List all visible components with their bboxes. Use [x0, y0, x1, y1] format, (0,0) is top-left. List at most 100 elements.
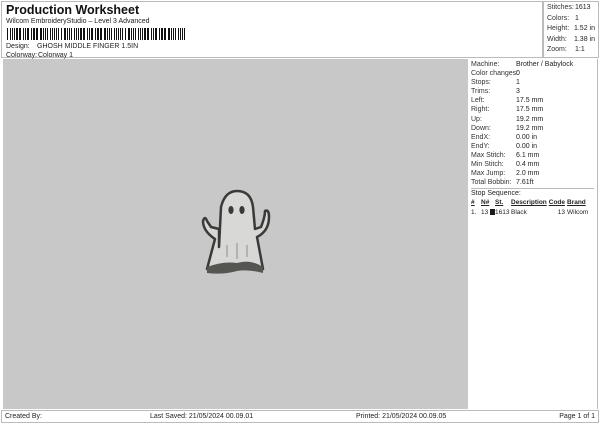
barcode-bar [36, 28, 38, 40]
detail-value: 2.0 mm [516, 170, 540, 178]
stitch-count: 1613 [495, 208, 510, 216]
barcode-bar [122, 28, 123, 40]
barcode-bar [153, 28, 154, 40]
barcode-bar [16, 28, 18, 40]
stats-panel: Stitches: 1613 Colors: 1 Height: 1.52 in Wi… [543, 1, 599, 58]
barcode-bar [25, 28, 26, 40]
design-name: GHOSH MIDDLE FINGER 1.5IN [37, 43, 139, 50]
barcode-bar [114, 28, 115, 40]
detail-label: EndX: [471, 133, 491, 141]
stat-value: 1:1 [575, 46, 585, 53]
stop-sequence-title: Stop Sequence: [471, 188, 594, 198]
barcode-bar [159, 28, 160, 40]
software-subtitle: Wilcom EmbroideryStudio – Level 3 Advanc… [6, 18, 150, 25]
detail-row: Stops: 1 [471, 78, 594, 87]
barcode-bar [91, 28, 93, 40]
stat-label: Height: [547, 25, 570, 32]
barcode-bar [95, 28, 96, 40]
barcode-bar [147, 28, 149, 40]
barcode-bar [56, 28, 57, 40]
detail-row: Max Jump: 2.0 mm [471, 169, 594, 178]
detail-value: 0 [516, 70, 520, 78]
stat-label: Zoom: [547, 46, 567, 53]
barcode-bar [142, 28, 143, 40]
barcode-bar [111, 28, 112, 40]
barcode-bar [107, 28, 108, 40]
design-label: Design: [6, 43, 30, 50]
barcode-bar [168, 28, 170, 40]
barcode-bar [182, 28, 183, 40]
stat-label: Width: [547, 35, 567, 43]
detail-row: EndX: 0.00 in [471, 133, 594, 142]
barcode-bar [67, 28, 68, 40]
column-header: Code [548, 199, 565, 207]
last-saved: Last Saved: 21/05/2024 00.09.01 [150, 413, 254, 420]
barcode-bar [100, 28, 102, 40]
detail-label: Right: [471, 106, 490, 114]
detail-value: 3 [516, 88, 520, 96]
detail-label: Down: [471, 124, 491, 132]
column-header: # [471, 199, 475, 207]
table-row: 1. 13 1613 Black 13 Wilcom [471, 208, 594, 217]
stop-sequence-header: # N# St. Description Code Brand [471, 198, 594, 207]
barcode-bar [52, 28, 53, 40]
barcode-bar [118, 28, 119, 40]
detail-value: 19.2 mm [516, 115, 544, 123]
detail-label: EndY: [471, 142, 490, 150]
detail-value: 7.61ft [516, 179, 534, 187]
detail-label: Total Bobbin: [471, 179, 512, 187]
barcode-bar [87, 28, 88, 40]
barcode-bar [83, 28, 85, 40]
detail-label: Min Stitch: [471, 161, 504, 169]
ghost-embroidery-image [201, 189, 271, 274]
barcode-bar [161, 28, 163, 40]
color-code: 13 [557, 208, 565, 216]
barcode-bar [120, 28, 121, 40]
barcode-bar [27, 28, 29, 40]
detail-value: 1 [516, 79, 520, 87]
detail-value: 19.2 mm [516, 124, 544, 132]
detail-value: 17.5 mm [516, 106, 544, 114]
barcode-bar [175, 28, 176, 40]
barcode-bar [33, 28, 35, 40]
barcode-bar [50, 28, 51, 40]
barcode-bar [116, 28, 117, 40]
detail-value: 0.4 mm [516, 161, 540, 169]
detail-label: Machine: [471, 61, 500, 68]
created-by: Created By: [5, 413, 42, 420]
detail-label: Trims: [471, 88, 491, 96]
barcode-bar [58, 28, 59, 40]
stat-value: 1613 [575, 4, 591, 11]
barcode-bar [133, 28, 134, 40]
barcode-bar [151, 28, 152, 40]
detail-row: EndY: 0.00 in [471, 142, 594, 151]
barcode-bar [7, 28, 8, 40]
detail-label: Stops: [471, 79, 491, 87]
barcode-bar [184, 28, 185, 40]
barcode-bar [23, 28, 24, 40]
detail-value: 0.00 in [516, 142, 538, 150]
barcode [7, 28, 197, 40]
stat-label: Stitches: [547, 4, 574, 11]
detail-label: Color changes: [471, 70, 519, 78]
barcode-bar [144, 28, 146, 40]
stat-row: Height: 1.52 in [547, 24, 595, 35]
barcode-bar [109, 28, 110, 40]
colorway-label: Colorway: [6, 52, 38, 59]
detail-row: Min Stitch: 0.4 mm [471, 160, 594, 169]
detail-row: Trims: 3 [471, 87, 594, 96]
page-number: Page 1 of 1 [559, 413, 595, 420]
detail-label: Left: [471, 97, 485, 105]
detail-value: 0.00 in [516, 133, 538, 141]
column-header: N# [481, 199, 490, 207]
colorway-name: Colorway 1 [38, 52, 74, 59]
detail-label: Up: [471, 115, 482, 123]
thread-brand: Wilcom [567, 208, 589, 216]
barcode-bar [164, 28, 166, 40]
barcode-bar [43, 28, 44, 40]
detail-row: Max Stitch: 6.1 mm [471, 151, 594, 160]
barcode-bar [173, 28, 174, 40]
detail-row: Right: 17.5 mm [471, 105, 594, 114]
barcode-bar [10, 28, 11, 40]
barcode-bar [31, 28, 32, 40]
